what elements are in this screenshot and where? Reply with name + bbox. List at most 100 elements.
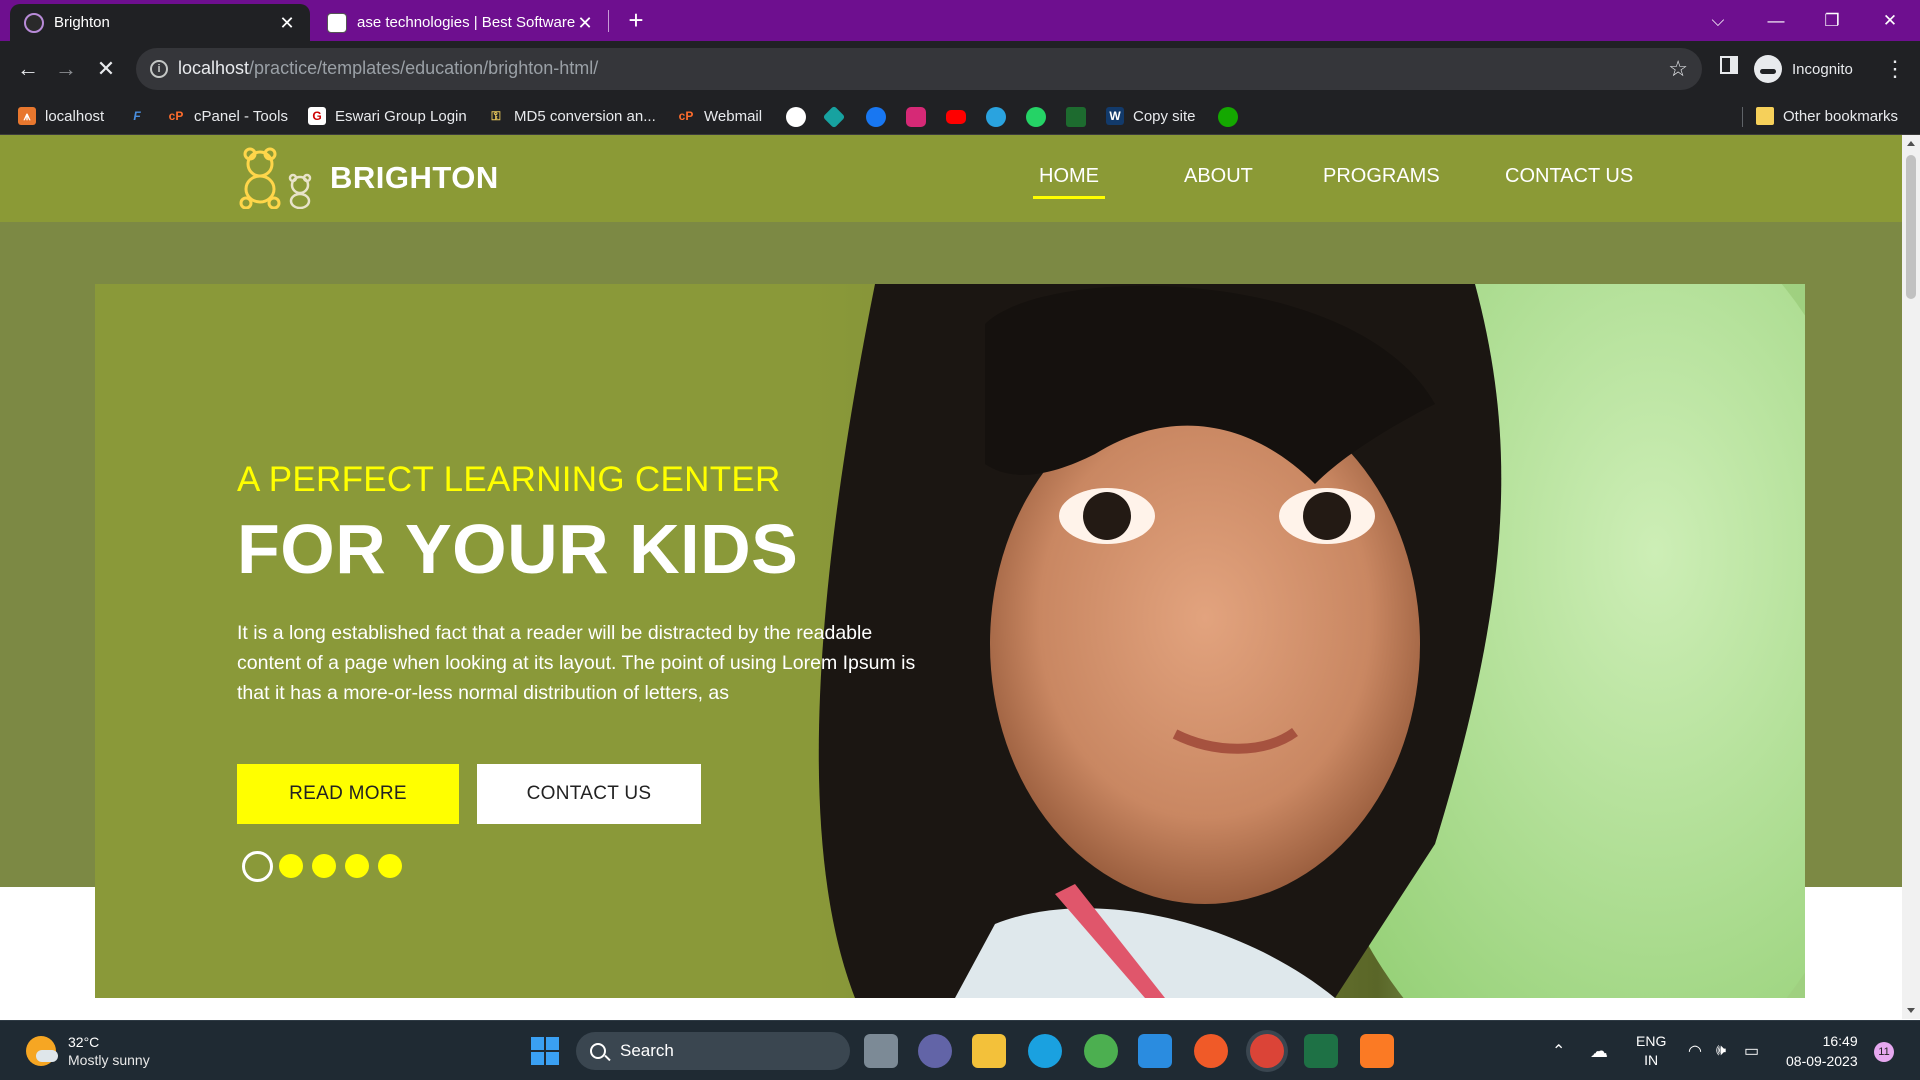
address-url[interactable]: localhost/practice/templates/education/b… bbox=[178, 58, 598, 79]
hero-title: FOR YOUR KIDS bbox=[237, 510, 799, 588]
taskbar-clock[interactable]: 16:49 08-09-2023 bbox=[1786, 1031, 1858, 1071]
wifi-icon[interactable]: ◠ bbox=[1688, 1021, 1702, 1080]
scrollbar-thumb[interactable] bbox=[1906, 155, 1916, 299]
close-tab-icon[interactable]: ✕ bbox=[576, 14, 594, 32]
site-info-icon[interactable]: i bbox=[150, 60, 168, 78]
bookmark-label: Eswari Group Login bbox=[335, 107, 467, 125]
nav-home[interactable]: HOME bbox=[1033, 165, 1105, 199]
other-bookmarks-label: Other bookmarks bbox=[1783, 107, 1899, 125]
bookmark-cpanel[interactable]: cP cPanel - Tools bbox=[167, 105, 288, 127]
slider-dot-5[interactable] bbox=[378, 854, 402, 878]
other-bookmarks-folder[interactable]: Other bookmarks bbox=[1756, 105, 1898, 127]
upwork-icon[interactable] bbox=[1218, 107, 1238, 127]
postman-icon[interactable] bbox=[1194, 1034, 1228, 1068]
browser-tab-bar: Brighton ✕ ase technologies | Best Softw… bbox=[0, 0, 1920, 41]
bookmark-label: Webmail bbox=[704, 107, 763, 125]
show-hidden-icons-chevron-icon[interactable]: ⌃ bbox=[1552, 1021, 1565, 1080]
youtube-icon[interactable] bbox=[946, 110, 966, 124]
tab-search-chevron-icon[interactable]: ⌵ bbox=[1690, 0, 1746, 41]
file-explorer-icon[interactable] bbox=[972, 1034, 1006, 1068]
bookmark-eswari[interactable]: G Eswari Group Login bbox=[308, 105, 467, 127]
nav-about[interactable]: ABOUT bbox=[1184, 165, 1253, 188]
xampp-icon: ⩚ bbox=[18, 107, 36, 125]
weather-widget[interactable]: 32°C Mostly sunny bbox=[26, 1033, 150, 1069]
bookmarks-separator bbox=[1742, 107, 1743, 127]
task-view-icon[interactable] bbox=[864, 1034, 898, 1068]
green-app-icon[interactable] bbox=[1066, 107, 1086, 127]
xampp-taskbar-icon[interactable] bbox=[1360, 1034, 1394, 1068]
bookmark-label: MD5 conversion an... bbox=[514, 107, 656, 125]
slider-dot-1[interactable] bbox=[242, 850, 273, 882]
scroll-down-icon[interactable] bbox=[1907, 1008, 1915, 1013]
incognito-profile-button[interactable]: Incognito bbox=[1754, 49, 1853, 89]
minimize-button[interactable]: — bbox=[1748, 0, 1804, 41]
battery-icon[interactable]: ▭ bbox=[1744, 1021, 1759, 1080]
search-placeholder: Search bbox=[620, 1041, 674, 1060]
incognito-label: Incognito bbox=[1792, 60, 1853, 78]
windows-start-icon[interactable] bbox=[528, 1034, 562, 1068]
bookmark-webmail[interactable]: cP Webmail bbox=[677, 105, 762, 127]
slider-dot-2[interactable] bbox=[279, 854, 303, 878]
ase-favicon bbox=[327, 12, 347, 33]
excel-icon[interactable] bbox=[1304, 1034, 1338, 1068]
slider-dot-3[interactable] bbox=[312, 854, 336, 878]
edge-icon[interactable] bbox=[1028, 1034, 1062, 1068]
stop-loading-button[interactable]: ✕ bbox=[92, 55, 120, 83]
bookmark-star-icon[interactable]: ☆ bbox=[1668, 56, 1688, 82]
bookmark-md5[interactable]: ⚿ MD5 conversion an... bbox=[487, 105, 656, 127]
chrome-incognito-icon[interactable] bbox=[1250, 1034, 1284, 1068]
site-header: BRIGHTON HOME ABOUT PROGRAMS CONTACT US bbox=[0, 135, 1902, 222]
chrome-icon[interactable] bbox=[1084, 1034, 1118, 1068]
notification-badge[interactable]: 11 bbox=[1874, 1042, 1894, 1062]
nav-contact-us[interactable]: CONTACT US bbox=[1505, 165, 1633, 188]
site-logo[interactable]: BRIGHTON bbox=[236, 147, 499, 209]
forward-button[interactable]: → bbox=[52, 55, 80, 83]
read-more-button[interactable]: READ MORE bbox=[237, 764, 459, 824]
tab-ase-technologies[interactable]: ase technologies | Best Software ✕ bbox=[313, 4, 608, 41]
tab-title: ase technologies | Best Software bbox=[357, 14, 576, 31]
volume-icon[interactable]: 🕪 bbox=[1716, 1021, 1726, 1080]
brighton-favicon bbox=[24, 12, 44, 33]
slider-indicators bbox=[242, 850, 411, 882]
instagram-icon[interactable] bbox=[906, 107, 926, 127]
diamond-icon[interactable] bbox=[822, 105, 846, 129]
back-button[interactable]: ← bbox=[14, 55, 42, 83]
hero-subtitle: A PERFECT LEARNING CENTER bbox=[237, 460, 781, 499]
facebook-icon[interactable] bbox=[866, 107, 886, 127]
cpanel-icon: cP bbox=[678, 109, 694, 123]
bookmark-localhost[interactable]: ⩚ localhost bbox=[18, 105, 104, 127]
contact-us-button[interactable]: CONTACT US bbox=[477, 764, 701, 824]
weather-condition: Mostly sunny bbox=[68, 1052, 150, 1068]
nav-programs[interactable]: PROGRAMS bbox=[1323, 165, 1440, 188]
bookmark-copy-site[interactable]: W Copy site bbox=[1106, 105, 1196, 127]
slider-dot-4[interactable] bbox=[345, 854, 369, 878]
clock-time: 16:49 bbox=[1822, 1033, 1858, 1049]
page-scrollbar[interactable] bbox=[1902, 135, 1920, 1019]
restore-button[interactable]: ❐ bbox=[1804, 0, 1860, 41]
region-code: IN bbox=[1644, 1052, 1659, 1068]
bookmarks-bar: ⩚ localhost F cP cPanel - Tools G Eswari… bbox=[0, 97, 1920, 135]
taskbar-search[interactable]: Search bbox=[576, 1032, 850, 1070]
tab-brighton[interactable]: Brighton ✕ bbox=[10, 4, 310, 41]
telegram-icon[interactable] bbox=[986, 107, 1006, 127]
new-tab-button[interactable]: + bbox=[622, 7, 650, 35]
github-icon[interactable] bbox=[786, 107, 806, 127]
close-tab-icon[interactable]: ✕ bbox=[278, 14, 296, 32]
vscode-icon[interactable] bbox=[1138, 1034, 1172, 1068]
teams-chat-icon[interactable] bbox=[918, 1034, 952, 1068]
f-logo-icon: F bbox=[133, 109, 141, 123]
whatsapp-icon[interactable] bbox=[1026, 107, 1046, 127]
incognito-icon bbox=[1754, 55, 1782, 83]
side-panel-icon[interactable] bbox=[1720, 56, 1738, 74]
key-icon: ⚿ bbox=[491, 109, 501, 123]
address-bar[interactable]: i localhost/practice/templates/education… bbox=[136, 48, 1702, 90]
bookmark-label: Copy site bbox=[1133, 107, 1196, 125]
close-window-button[interactable]: ✕ bbox=[1862, 0, 1918, 41]
windows-taskbar: 32°C Mostly sunny Search ⌃ ☁ ENG IN ◠ 🕪 … bbox=[0, 1020, 1920, 1080]
hero-slider: A PERFECT LEARNING CENTER FOR YOUR KIDS … bbox=[95, 284, 1805, 998]
onedrive-cloud-icon[interactable]: ☁ bbox=[1590, 1021, 1608, 1080]
bookmark-f-icon-item[interactable]: F bbox=[128, 105, 155, 127]
scroll-up-icon[interactable] bbox=[1907, 141, 1915, 146]
browser-menu-icon[interactable]: ⋮ bbox=[1884, 55, 1906, 83]
language-indicator[interactable]: ENG IN bbox=[1636, 1021, 1666, 1080]
